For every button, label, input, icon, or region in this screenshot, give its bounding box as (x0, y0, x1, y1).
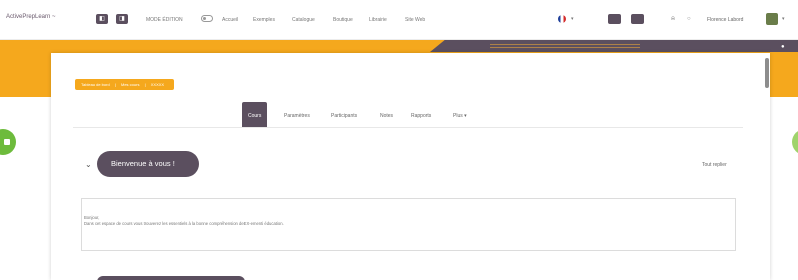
breadcrumb-separator: | (144, 82, 146, 87)
tab-participants[interactable]: Participants (331, 102, 357, 128)
left-drawer-button[interactable] (0, 129, 16, 155)
user-menu-caret-icon[interactable]: ▾ (782, 16, 785, 22)
next-section-title[interactable] (97, 276, 245, 280)
nav-item-boutique[interactable]: Boutique (333, 17, 353, 23)
breadcrumb-item-my-courses[interactable]: Mes cours (121, 82, 139, 87)
language-caret-icon[interactable]: ▾ (571, 16, 574, 22)
section-summary-box: Bonjour, Dans cet espace de cours vous t… (81, 198, 736, 251)
edit-mode-label: MODE ÉDITION (146, 17, 183, 23)
right-drawer-button[interactable] (792, 129, 798, 155)
tabs-divider (73, 127, 743, 128)
collapse-all-link[interactable]: Tout replier (702, 162, 727, 168)
toolbar-button-1[interactable] (608, 14, 621, 24)
tab-notes[interactable]: Notes (380, 102, 393, 128)
nav-item-catalogue[interactable]: Catalogue (292, 17, 315, 23)
breadcrumb-item-course[interactable]: XXXXX (151, 82, 164, 87)
language-flag-icon[interactable] (558, 15, 566, 23)
chat-icon[interactable]: ○ (687, 16, 691, 22)
toolbar-button-2[interactable] (631, 14, 644, 24)
nav-item-site-web[interactable]: Site Web (405, 17, 425, 23)
breadcrumb: Tableau de bord | Mes cours | XXXXX (75, 79, 175, 90)
tab-plus[interactable]: Plus ▾ (453, 102, 467, 128)
banner-dot-icon: ● (781, 44, 785, 50)
drawer-toggle-button[interactable]: ◨ (116, 14, 128, 24)
logo-text: ActivePrepLearn ~ (6, 14, 56, 20)
scrollbar[interactable] (765, 58, 769, 88)
tab-parametres[interactable]: Paramètres (284, 102, 310, 128)
tab-rapports[interactable]: Rapports (411, 102, 431, 128)
collapse-chevron-icon[interactable]: ⌄ (85, 160, 92, 169)
nav-item-exemples[interactable]: Exemples (253, 17, 275, 23)
site-logo[interactable]: ActivePrepLearn ~ (6, 14, 56, 22)
top-navbar: ActivePrepLearn ~ ◧ ◨ MODE ÉDITION Accue… (0, 0, 798, 40)
avatar[interactable] (766, 13, 778, 25)
tab-cours[interactable]: Cours (242, 102, 268, 128)
user-name[interactable]: Florence Labord (707, 17, 743, 23)
sidebar-toggle-button[interactable]: ◧ (96, 14, 108, 24)
nav-item-librairie[interactable]: Librairie (369, 17, 387, 23)
edit-mode-toggle[interactable] (201, 15, 213, 22)
breadcrumb-separator: | (114, 82, 116, 87)
bell-icon[interactable]: ⍾ (671, 16, 675, 23)
breadcrumb-item-dashboard[interactable]: Tableau de bord (81, 82, 110, 87)
section-title[interactable]: Bienvenue à vous ! (97, 151, 199, 177)
summary-line-2: Dans cet espace de cours vous trouverez … (84, 221, 284, 226)
nav-item-accueil[interactable]: Accueil (222, 17, 238, 23)
banner-lines (490, 44, 640, 48)
